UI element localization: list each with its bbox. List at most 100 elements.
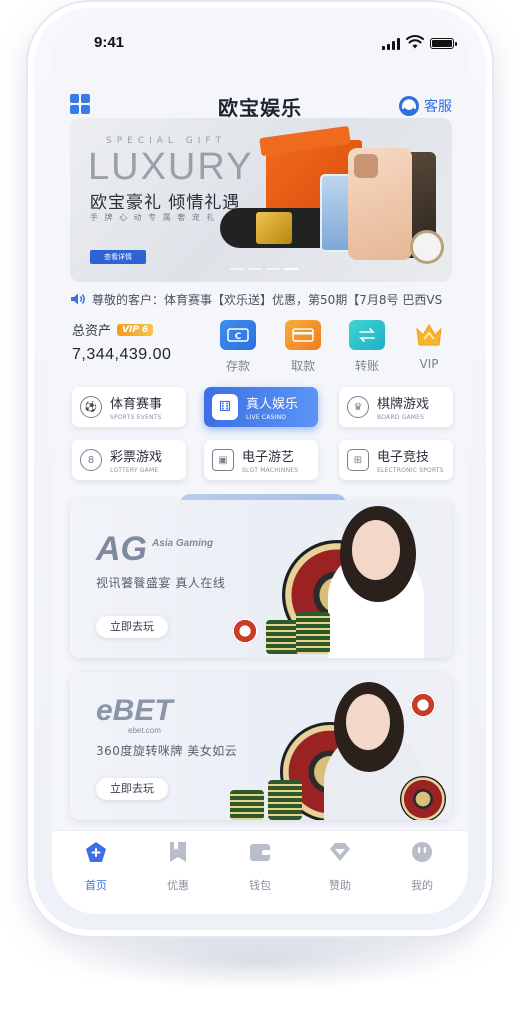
dice-icon: ⚅ (212, 394, 238, 420)
notice-text: 尊敬的客户：体育赛事【欢乐送】优惠，第50期【7月8号 巴西VS (92, 292, 443, 307)
profile-icon (412, 842, 432, 862)
bookmark-icon (170, 842, 186, 862)
battery-icon (430, 38, 457, 49)
app-header: 欧宝娱乐 客服 (52, 78, 468, 120)
total-assets-value: 7,344,439.00 (72, 346, 172, 363)
deposit-label: 存款 (225, 359, 250, 373)
signal-icon (382, 38, 400, 50)
tab-label: 首页 (85, 879, 107, 892)
category-name: 电子游艺 (242, 450, 295, 465)
notice-marquee[interactable]: 尊敬的客户：体育赛事【欢乐送】优惠，第50期【7月8号 巴西VS (70, 290, 452, 308)
banner-dot[interactable] (230, 268, 244, 270)
game-card-ag[interactable]: AG Asia Gaming 视讯饕餮盛宴 真人在线 立即去玩 (70, 500, 452, 658)
ag-logo-sub: Asia Gaming (152, 538, 214, 549)
crown-icon (411, 320, 447, 350)
tab-label: 赞助 (329, 879, 351, 892)
wifi-icon (406, 35, 424, 49)
status-time: 9:41 (94, 34, 125, 51)
svg-text:C: C (235, 332, 242, 342)
category-live-casino[interactable]: ⚅ 真人娱乐 LIVE CASINO (204, 387, 318, 427)
vip-level-badge: VIP 6 (117, 323, 154, 336)
banner-dot[interactable] (248, 268, 262, 270)
ebet-play-button[interactable]: 立即去玩 (96, 778, 168, 800)
banner-subtitle: SPECIAL GIFT (106, 136, 226, 146)
status-bar: 9:41 (52, 14, 468, 66)
total-assets-label: 总资产 VIP 6 (72, 320, 154, 339)
customer-service-label: 客服 (424, 99, 452, 115)
transfer-button[interactable]: 转账 (344, 320, 390, 374)
tab-label: 优惠 (167, 879, 189, 892)
ebet-logo: eBET (96, 694, 173, 727)
category-esports[interactable]: ⊞ 电子竞技 ELECTRONIC SPORTS (339, 440, 453, 480)
category-board-games[interactable]: ♛ 棋牌游戏 BOARD GAMES (339, 387, 453, 427)
category-name: 电子竞技 (377, 450, 430, 465)
phone-shadow (60, 930, 460, 990)
ag-slogan: 视讯饕餮盛宴 真人在线 (96, 576, 226, 590)
category-en: BOARD GAMES (377, 414, 425, 421)
category-sports[interactable]: ⚽ 体育赛事 SPORTS EVENTS (72, 387, 186, 427)
banner-dot[interactable] (266, 268, 280, 270)
category-name: 彩票游戏 (110, 450, 163, 465)
gamepad-icon: ⊞ (347, 449, 369, 471)
tab-promotions[interactable]: 优惠 (148, 841, 208, 893)
promo-banner[interactable]: SPECIAL GIFT LUXURY 欧宝豪礼 倾情礼遇 手 牌 心 动 专 … (70, 118, 452, 282)
category-en: LIVE CASINO (246, 414, 287, 421)
category-en: LOTTERY GAME (110, 467, 159, 474)
bottom-tab-bar: 首页 优惠 钱包 赞助 我的 (52, 830, 468, 914)
home-icon (86, 842, 106, 862)
slot-machine-icon: ▣ (212, 449, 234, 471)
customer-service-button[interactable]: 客服 (398, 94, 452, 118)
withdraw-label: 取款 (290, 359, 315, 373)
diamond-icon (330, 843, 350, 861)
banner-description: 手 牌 心 动 专 属 奢 宠 礼 (90, 213, 217, 222)
category-lottery[interactable]: 8 彩票游戏 LOTTERY GAME (72, 440, 186, 480)
tab-label: 钱包 (249, 879, 271, 892)
casino-chip-image (232, 618, 258, 644)
tab-home[interactable]: 首页 (66, 841, 126, 893)
ag-logo: AG (96, 530, 147, 568)
soccer-ball-icon: ⚽ (80, 396, 102, 418)
chip-stack-image (268, 780, 302, 820)
banner-details-button[interactable]: 查看详情 (90, 250, 146, 264)
transfer-icon (349, 320, 385, 350)
dealer-face (346, 694, 390, 750)
tab-sponsor[interactable]: 赞助 (310, 841, 370, 893)
category-name: 体育赛事 (110, 397, 163, 412)
tab-profile[interactable]: 我的 (392, 841, 452, 893)
category-en: SLOT MACHINNES (242, 467, 299, 474)
dealer-face (352, 520, 400, 580)
assets-label-text: 总资产 (72, 324, 112, 339)
transfer-label: 转账 (354, 359, 379, 373)
headset-icon (399, 96, 419, 116)
tab-label: 我的 (411, 879, 433, 892)
category-name: 真人娱乐 (246, 397, 299, 412)
app-screen: 9:41 欧宝娱乐 客服 SPECIAL GIFT LUXURY 欧宝豪礼 倾情… (52, 14, 468, 914)
ebet-slogan: 360度旋转咪牌 美女如云 (96, 744, 238, 758)
deposit-button[interactable]: C 存款 (215, 320, 261, 374)
lottery-ball-icon: 8 (80, 449, 102, 471)
banner-headline: LUXURY (88, 146, 254, 188)
chip-stack-image (266, 620, 300, 654)
withdraw-button[interactable]: 取款 (280, 320, 326, 374)
game-card-ebet[interactable]: eBET ebet.com 360度旋转咪牌 美女如云 立即去玩 (70, 672, 452, 820)
speaker-icon (71, 293, 85, 305)
banner-dot-active[interactable] (284, 268, 298, 270)
ebet-logo-sub: ebet.com (128, 726, 161, 735)
tab-wallet[interactable]: 钱包 (230, 841, 290, 893)
smartphone-image (348, 148, 412, 260)
watch-image (410, 230, 444, 264)
roulette-mini-image (400, 776, 446, 820)
wallet-icon (250, 844, 270, 861)
vip-button[interactable]: VIP (406, 320, 452, 371)
category-slots[interactable]: ▣ 电子游艺 SLOT MACHINNES (204, 440, 318, 480)
banner-pagination (230, 268, 298, 270)
casino-chip-image (410, 692, 436, 718)
deposit-icon: C (220, 320, 256, 350)
vip-label: VIP (419, 357, 439, 371)
ag-play-button[interactable]: 立即去玩 (96, 616, 168, 638)
category-en: SPORTS EVENTS (110, 414, 162, 421)
chess-piece-icon: ♛ (347, 396, 369, 418)
withdraw-icon (285, 320, 321, 350)
chip-stack-image (296, 612, 330, 654)
chip-stack-image (230, 790, 264, 820)
